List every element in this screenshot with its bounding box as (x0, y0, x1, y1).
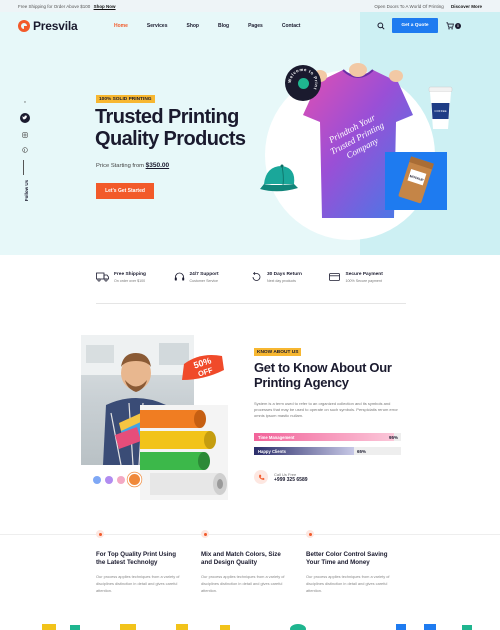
vinyl-rolls-photo (140, 405, 228, 500)
color-swatches (93, 474, 140, 485)
hero-badge: 100% SOLID PRINTING (96, 95, 155, 103)
nav-contact[interactable]: Contact (282, 23, 301, 29)
skill-label: Time Management (258, 434, 295, 440)
nav-shop[interactable]: Shop (186, 23, 199, 29)
feature-desc: 100% Secure payment (345, 279, 382, 283)
about-title: Get to Know About Our Printing Agency (254, 360, 414, 390)
truck-icon (96, 272, 109, 282)
feature-desc: Next day products (267, 279, 296, 283)
follow-divider (23, 160, 24, 175)
feature-secure-payment: Secure Payment 100% Secure payment (328, 272, 407, 294)
nav-blog[interactable]: Blog (218, 23, 229, 29)
price-prefix: Price Starting from (96, 163, 144, 169)
card-text: Our process applies techniques from a va… (306, 574, 390, 593)
welcome-stamp: Welcome to Print (285, 65, 321, 101)
main-nav: Home Services Shop Blog Pages Contact (114, 23, 319, 29)
cart-icon (446, 22, 454, 30)
feature-title: Free Shipping (114, 272, 146, 277)
follow-us-label: Follow Us (24, 179, 30, 202)
nav-home[interactable]: Home (114, 23, 128, 29)
about-title-line2: Printing Agency (254, 375, 349, 390)
headset-icon (174, 272, 184, 281)
top-bar: Free Shipping for Order Above $100 Shop … (0, 0, 500, 12)
get-started-button[interactable]: Let's Get Started (96, 183, 154, 199)
shipping-notice: Free Shipping for Order Above $100 Shop … (18, 4, 116, 9)
service-card-2: Mix and Match Colors, Size and Design Qu… (201, 530, 291, 594)
card-dot-icon (96, 530, 104, 538)
about-title-line1: Get to Know About Our (254, 360, 392, 375)
shop-now-link[interactable]: Shop Now (94, 4, 116, 9)
stamp-text: Welcome to Print (287, 67, 319, 91)
discover-more-link[interactable]: Discover More (451, 4, 482, 9)
nav-services[interactable]: Services (147, 23, 168, 29)
feature-desc: On order over $100 (114, 279, 146, 283)
cap-image (260, 164, 298, 192)
card-dot-icon (306, 530, 314, 538)
price-label: Price Starting from $350.00 (96, 162, 169, 169)
promo-text: Open Doors To A World Of Printing (374, 3, 444, 9)
mockup-pouch-image: MOCKUP (398, 156, 434, 204)
logo-icon (18, 20, 30, 32)
card-text: Our process applies techniques from a va… (96, 574, 180, 593)
swatch-blue[interactable] (93, 475, 101, 484)
shipping-text: Free Shipping for Order Above $100 (18, 3, 91, 9)
instagram-icon[interactable] (22, 132, 28, 138)
card-text: Our process applies techniques from a va… (201, 574, 285, 593)
price-value: $350.00 (145, 162, 170, 169)
feature-title: Secure Payment (345, 272, 383, 277)
coffee-cup-image: COFFEE (428, 86, 453, 129)
about-badge: KNOW ABOUT US (254, 348, 302, 356)
hero-title-line2: Quality Products (95, 128, 246, 150)
features-divider (96, 303, 406, 304)
hero-title-line1: Trusted Printing (95, 106, 239, 128)
hero-title: Trusted Printing Quality Products (95, 106, 285, 150)
card-icon (328, 273, 340, 281)
feature-title: 30 Days Return (267, 272, 302, 277)
about-description: System is a term used to refer to an org… (254, 401, 398, 418)
search-icon[interactable] (377, 22, 385, 30)
promo-notice: Open Doors To A World Of Printing Discov… (374, 4, 482, 9)
discount-badge: 50% OFF (182, 355, 224, 380)
return-icon (252, 272, 261, 281)
cart-button[interactable]: 0 (446, 22, 462, 30)
social-links: v (20, 98, 30, 153)
phone-number[interactable]: +999 325 6589 (274, 477, 308, 483)
card-title[interactable]: Mix and Match Colors, Size and Design Qu… (201, 551, 291, 567)
feature-support: 24/7 Support Customer Service (174, 272, 252, 294)
nav-pages[interactable]: Pages (248, 23, 263, 29)
svg-text:Welcome to Print: Welcome to Print (287, 67, 319, 91)
phone-icon (254, 470, 268, 484)
decorative-lettering-strip (42, 624, 472, 630)
get-quote-button[interactable]: Get a Quote (392, 18, 438, 33)
skill-percent: 95% (389, 434, 399, 440)
feature-returns: 30 Days Return Next day products (251, 272, 329, 294)
brand-logo[interactable]: Presvila (18, 19, 78, 33)
twitter-icon[interactable] (20, 113, 30, 123)
cart-count-badge: 0 (455, 23, 461, 29)
swatch-orange[interactable] (129, 474, 140, 485)
skill-bar-time-management: Time Management (254, 433, 401, 441)
call-us-block[interactable]: Call Us Free +999 325 6589 (254, 470, 308, 484)
feature-free-shipping: Free Shipping On order over $100 (96, 272, 174, 294)
swatch-pink[interactable] (117, 475, 125, 484)
skill-label: Happy Clients (258, 448, 286, 454)
vimeo-icon[interactable]: v (22, 98, 28, 104)
skill-percent: 65% (357, 448, 367, 454)
skill-bar-happy-clients: Happy Clients (254, 447, 401, 455)
card-title[interactable]: For Top Quality Print Using the Latest T… (96, 551, 186, 567)
features-strip: Free Shipping On order over $100 24/7 Su… (96, 272, 406, 294)
card-title[interactable]: Better Color Control Saving Your Time an… (306, 551, 396, 567)
service-card-3: Better Color Control Saving Your Time an… (306, 530, 396, 594)
card-dot-icon (201, 530, 209, 538)
pinterest-icon[interactable] (22, 147, 28, 153)
svg-text:COFFEE: COFFEE (434, 109, 446, 113)
feature-desc: Customer Service (189, 279, 219, 283)
swatch-purple[interactable] (105, 475, 113, 484)
feature-title: 24/7 Support (189, 272, 219, 277)
service-card-1: For Top Quality Print Using the Latest T… (96, 530, 186, 594)
brand-name: Presvila (33, 19, 78, 33)
